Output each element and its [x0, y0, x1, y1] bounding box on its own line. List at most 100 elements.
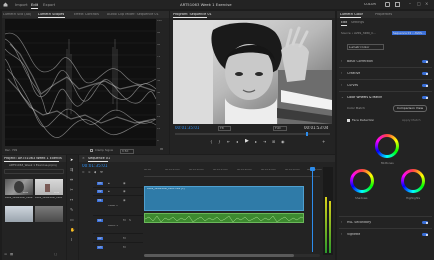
eye-icon[interactable]: ◉: [123, 190, 126, 193]
slip-icon[interactable]: ↔: [70, 198, 73, 202]
audio-clip[interactable]: [144, 213, 304, 223]
comparison-view-button[interactable]: Comparison View: [393, 105, 428, 112]
mute-icon[interactable]: M: [123, 246, 126, 249]
type-icon[interactable]: T: [70, 238, 72, 242]
export-frame-icon[interactable]: ◉: [281, 140, 285, 144]
razor-icon[interactable]: ✂: [70, 188, 73, 192]
track-id[interactable]: V3: [97, 182, 103, 185]
lumetri-settings-tab[interactable]: Settings: [351, 21, 364, 24]
ripple-edit-icon[interactable]: ⇹: [70, 178, 73, 182]
quick-export-icon[interactable]: [385, 2, 390, 7]
section-curves[interactable]: Curves: [347, 84, 358, 87]
wrench-icon[interactable]: ⚒: [100, 171, 103, 174]
tab-sequence[interactable]: Sequence 01: [88, 157, 110, 160]
selection-tool-icon[interactable]: ➤: [70, 158, 73, 162]
tab-properties[interactable]: Properties: [375, 13, 392, 16]
eye-icon[interactable]: ◉: [123, 182, 126, 185]
mark-out-icon[interactable]: }: [218, 140, 221, 144]
step-back-icon[interactable]: ◂: [236, 140, 238, 144]
lock-icon[interactable]: 🔒︎: [108, 190, 110, 193]
section-basic-correction[interactable]: Basic Correction: [347, 60, 373, 63]
rectangle-icon[interactable]: ▭: [70, 218, 74, 222]
project-search-input[interactable]: [4, 169, 64, 174]
track-id[interactable]: V1: [97, 199, 103, 202]
track-id[interactable]: V2: [97, 190, 103, 193]
curves-toggle[interactable]: [422, 84, 428, 87]
lumetri-source-label[interactable]: Source • AVKS_3280_C...: [341, 32, 376, 35]
highlights-wheel[interactable]: [401, 169, 425, 193]
snap-icon[interactable]: ⊂: [82, 171, 85, 174]
video-clip[interactable]: AVKS_3280HDMI_C003.mov [V]: [144, 186, 304, 211]
midtones-wheel[interactable]: [375, 134, 399, 158]
insert-icon[interactable]: ⊞: [272, 140, 275, 144]
close-icon[interactable]: ×: [425, 2, 428, 6]
chevron-right-icon[interactable]: ›: [341, 60, 342, 63]
tab-effect-controls[interactable]: Effect Controls: [74, 13, 99, 16]
menu-edit[interactable]: Edit: [31, 3, 38, 7]
step-forward-icon[interactable]: ▸: [255, 140, 257, 144]
lock-icon[interactable]: 🔒︎: [108, 182, 110, 185]
menu-import[interactable]: Import: [15, 3, 28, 7]
project-item-name[interactable]: AVKS_3280HDMI_C005: [35, 197, 63, 199]
home-icon[interactable]: [3, 2, 8, 7]
timeline-playhead-handle[interactable]: [310, 167, 315, 171]
wrench-icon[interactable]: ⚙: [160, 148, 163, 151]
face-detection-checkbox[interactable]: [347, 119, 350, 122]
project-item-name[interactable]: AVKS_3280HDMI_C000...: [5, 197, 33, 199]
track-id[interactable]: A3: [97, 246, 103, 249]
chevron-right-icon[interactable]: ›: [341, 233, 342, 236]
lumetri-preset-select[interactable]: Lumetri Color: [347, 44, 385, 50]
maximize-icon[interactable]: [395, 2, 400, 7]
chevron-right-icon[interactable]: ›: [341, 72, 342, 75]
timeline-timecode[interactable]: 00:01:35:01: [82, 164, 108, 168]
chevron-right-icon[interactable]: ›: [341, 221, 342, 224]
hsl-secondary-toggle[interactable]: [422, 221, 428, 224]
project-item-thumb[interactable]: [5, 179, 33, 195]
section-creative[interactable]: Creative: [347, 72, 360, 75]
solo-icon[interactable]: S: [129, 219, 131, 222]
timeline-playhead[interactable]: [312, 167, 313, 252]
restore-icon[interactable]: □: [417, 2, 421, 6]
go-to-out-icon[interactable]: ⇥: [263, 140, 266, 144]
program-playhead[interactable]: [306, 132, 308, 136]
scrollbar-thumb[interactable]: [144, 254, 294, 257]
tab-project[interactable]: Project: ART51063 Week 1 Exercise: [4, 157, 62, 160]
add-button-icon[interactable]: +: [322, 140, 325, 144]
close-sequence-icon[interactable]: ×: [82, 157, 85, 160]
section-hsl-secondary[interactable]: HSL Secondary: [347, 221, 371, 224]
vignette-toggle[interactable]: [422, 233, 428, 236]
play-icon[interactable]: ▶: [245, 139, 249, 144]
program-scrub-bar[interactable]: [175, 132, 330, 136]
new-item-icon[interactable]: ▢: [54, 253, 57, 256]
tab-lumetri-scopes[interactable]: Lumetri Scopes: [38, 13, 64, 16]
bit-depth-select[interactable]: 8 Bit: [120, 149, 135, 154]
minimize-icon[interactable]: –: [409, 2, 411, 6]
program-timecode-current[interactable]: 00:01:35:01: [175, 126, 199, 130]
project-item-thumb[interactable]: [35, 206, 63, 222]
program-video-frame[interactable]: [173, 20, 332, 124]
rec709-label[interactable]: Rec. 709: [5, 149, 17, 152]
lumetri-edit-tab[interactable]: Edit: [341, 21, 347, 24]
lumetri-sequence-label[interactable]: Sequence 01 • AVKS...: [392, 31, 426, 35]
pen-icon[interactable]: ✎: [70, 208, 73, 212]
program-title[interactable]: Program: Sequence 01: [173, 13, 212, 16]
chevron-right-icon[interactable]: ›: [341, 84, 342, 87]
tab-scope-options[interactable]: Lumetri Sco (Ao): [3, 13, 31, 16]
marker-icon[interactable]: ◆: [94, 171, 96, 174]
list-view-icon[interactable]: ☰: [4, 253, 7, 256]
mute-icon[interactable]: M: [123, 219, 126, 222]
tab-audio-clip-mixer[interactable]: Audio Clip Mixer: Sequence 01: [107, 13, 159, 16]
track-select-icon[interactable]: ⇶: [70, 168, 73, 172]
mark-in-icon[interactable]: {: [210, 140, 213, 144]
shadows-wheel[interactable]: [350, 169, 374, 193]
eye-icon[interactable]: ◉: [123, 199, 126, 202]
fit-dropdown[interactable]: Fit: [218, 126, 231, 132]
menu-export[interactable]: Export: [43, 3, 55, 7]
timeline-ruler[interactable]: 00:00 00:01:05:00 00:01:10:00 00:01:15:0…: [144, 167, 322, 177]
hand-icon[interactable]: ✋: [70, 228, 75, 232]
track-id[interactable]: A1: [97, 219, 103, 222]
mute-icon[interactable]: M: [123, 237, 126, 240]
timeline-horizontal-scrollbar[interactable]: [144, 254, 320, 257]
chevron-down-icon[interactable]: ⌄: [341, 96, 344, 99]
go-to-in-icon[interactable]: ⇤: [227, 140, 230, 144]
